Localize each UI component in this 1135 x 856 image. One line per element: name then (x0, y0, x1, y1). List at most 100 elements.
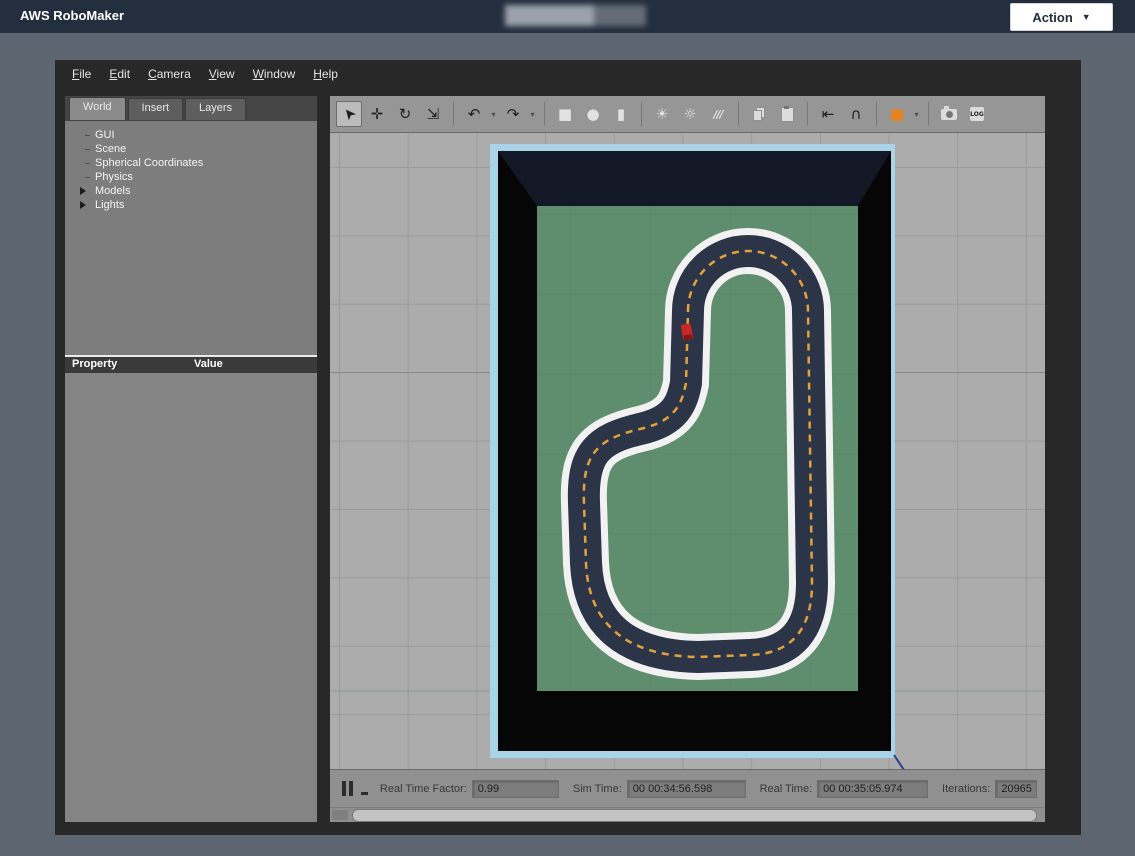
redo-history-button[interactable]: ▾ (528, 101, 537, 127)
chevron-down-icon: ▼ (1082, 12, 1091, 22)
menu-view[interactable]: View (200, 63, 244, 85)
copy-icon (753, 107, 765, 121)
tree-item-gui[interactable]: GUI (65, 129, 317, 143)
viewport-column: ➤ ✛ ↻ ⇲ ↶ ▾ ↷ ▾ ■ ● ▮ ☀ ☼ /// ⇤ ∩ ■ ▾ (330, 96, 1045, 822)
change-view-dropdown[interactable]: ▾ (912, 101, 921, 127)
aws-top-bar: AWS RoboMaker Action ▼ (0, 0, 1135, 33)
cursor-arrow-icon: ➤ (338, 103, 360, 124)
toolbar-separator (928, 102, 929, 126)
real-time-value: 00 00:35:05.974 (817, 780, 928, 798)
undo-history-button[interactable]: ▾ (489, 101, 498, 127)
world-panel: World Insert Layers GUI Scene Spherical … (65, 96, 317, 822)
property-table-body (65, 373, 317, 822)
insert-cylinder-button[interactable]: ▮ (608, 101, 634, 127)
tab-layers[interactable]: Layers (185, 98, 246, 120)
cube-icon: ■ (558, 105, 572, 123)
copy-button[interactable] (746, 101, 772, 127)
action-button-label: Action (1032, 10, 1072, 25)
real-time-label: Real Time: (760, 783, 813, 795)
log-record-button[interactable]: LOG (964, 101, 990, 127)
redo-button[interactable]: ↷ (500, 101, 526, 127)
point-light-button[interactable]: ☀ (649, 101, 675, 127)
paste-button[interactable] (774, 101, 800, 127)
gazebo-window: File Edit Camera View Window Help World … (55, 60, 1081, 835)
blur-segment (505, 5, 594, 26)
undo-icon: ↶ (468, 105, 481, 123)
menu-edit[interactable]: Edit (100, 63, 139, 85)
directional-light-button[interactable]: /// (705, 101, 731, 127)
sphere-icon: ● (586, 105, 599, 123)
view-box-icon: ■ (890, 105, 904, 123)
insert-box-button[interactable]: ■ (552, 101, 578, 127)
blur-segment-dark (594, 5, 646, 26)
align-icon: ⇤ (822, 105, 835, 123)
real-time-factor-label: Real Time Factor: (380, 783, 467, 795)
rotate-tool-button[interactable]: ↻ (392, 101, 418, 127)
redo-icon: ↷ (507, 105, 520, 123)
menu-help[interactable]: Help (304, 63, 347, 85)
action-button[interactable]: Action ▼ (1010, 3, 1113, 31)
tab-insert[interactable]: Insert (128, 98, 184, 120)
world-tree: GUI Scene Spherical Coordinates Physics … (65, 125, 317, 355)
menu-camera[interactable]: Camera (139, 63, 200, 85)
scrollbar-left-button[interactable] (332, 810, 348, 820)
tree-item-scene[interactable]: Scene (65, 143, 317, 157)
select-tool-button[interactable]: ➤ (336, 101, 362, 127)
property-column-header: Property (65, 357, 194, 373)
spotlight-icon: ☼ (683, 105, 696, 123)
blurred-account-text (505, 5, 646, 26)
tree-item-lights[interactable]: Lights (65, 199, 317, 213)
snap-button[interactable]: ∩ (843, 101, 869, 127)
undo-button[interactable]: ↶ (461, 101, 487, 127)
real-time-factor-value: 0.99 (472, 780, 559, 798)
tree-item-physics[interactable]: Physics (65, 171, 317, 185)
iterations-label: Iterations: (942, 783, 990, 795)
toolbar-separator (738, 102, 739, 126)
sun-icon: ☀ (655, 105, 668, 123)
axis-artifact-line (894, 755, 906, 769)
tree-item-models[interactable]: Models (65, 185, 317, 199)
move-icon: ✛ (371, 105, 384, 123)
simulation-status-bar: Real Time Factor: 0.99 Sim Time: 00 00:3… (330, 769, 1045, 807)
scrollbar-thumb[interactable] (352, 809, 1037, 822)
render-viewport[interactable] (330, 133, 1045, 769)
insert-sphere-button[interactable]: ● (580, 101, 606, 127)
pause-button[interactable] (342, 781, 353, 796)
tree-item-spherical-coordinates[interactable]: Spherical Coordinates (65, 157, 317, 171)
directional-rays-icon: /// (713, 108, 722, 121)
sim-time-value: 00 00:34:56.598 (627, 780, 746, 798)
arena-wall-top (498, 151, 891, 206)
camera-icon (941, 109, 957, 120)
toolbar-separator (807, 102, 808, 126)
tab-world[interactable]: World (69, 97, 126, 120)
sim-time-label: Sim Time: (573, 783, 622, 795)
step-button[interactable] (361, 792, 368, 795)
value-column-header: Value (194, 357, 223, 373)
toolbar-separator (544, 102, 545, 126)
toolbar-separator (876, 102, 877, 126)
toolbar-separator (641, 102, 642, 126)
cylinder-icon: ▮ (617, 105, 625, 123)
panel-tabs: World Insert Layers (65, 96, 317, 121)
align-button[interactable]: ⇤ (815, 101, 841, 127)
menu-window[interactable]: Window (244, 63, 305, 85)
menu-file[interactable]: File (63, 63, 100, 85)
translate-tool-button[interactable]: ✛ (364, 101, 390, 127)
menu-bar: File Edit Camera View Window Help (63, 62, 347, 86)
screenshot-button[interactable] (936, 101, 962, 127)
toolbar-separator (453, 102, 454, 126)
change-view-button[interactable]: ■ (884, 101, 910, 127)
scene-canvas[interactable] (330, 133, 1045, 769)
magnet-icon: ∩ (851, 105, 862, 123)
iterations-value: 20965 (995, 780, 1037, 798)
log-icon: LOG (970, 107, 984, 121)
rotate-icon: ↻ (399, 105, 412, 123)
gazebo-toolbar: ➤ ✛ ↻ ⇲ ↶ ▾ ↷ ▾ ■ ● ▮ ☀ ☼ /// ⇤ ∩ ■ ▾ (330, 96, 1045, 133)
app-title: AWS RoboMaker (20, 8, 124, 23)
horizontal-scrollbar[interactable] (330, 807, 1045, 822)
scale-icon: ⇲ (427, 105, 440, 123)
scale-tool-button[interactable]: ⇲ (420, 101, 446, 127)
property-table-header: Property Value (65, 355, 317, 373)
paste-icon (781, 107, 794, 122)
spot-light-button[interactable]: ☼ (677, 101, 703, 127)
